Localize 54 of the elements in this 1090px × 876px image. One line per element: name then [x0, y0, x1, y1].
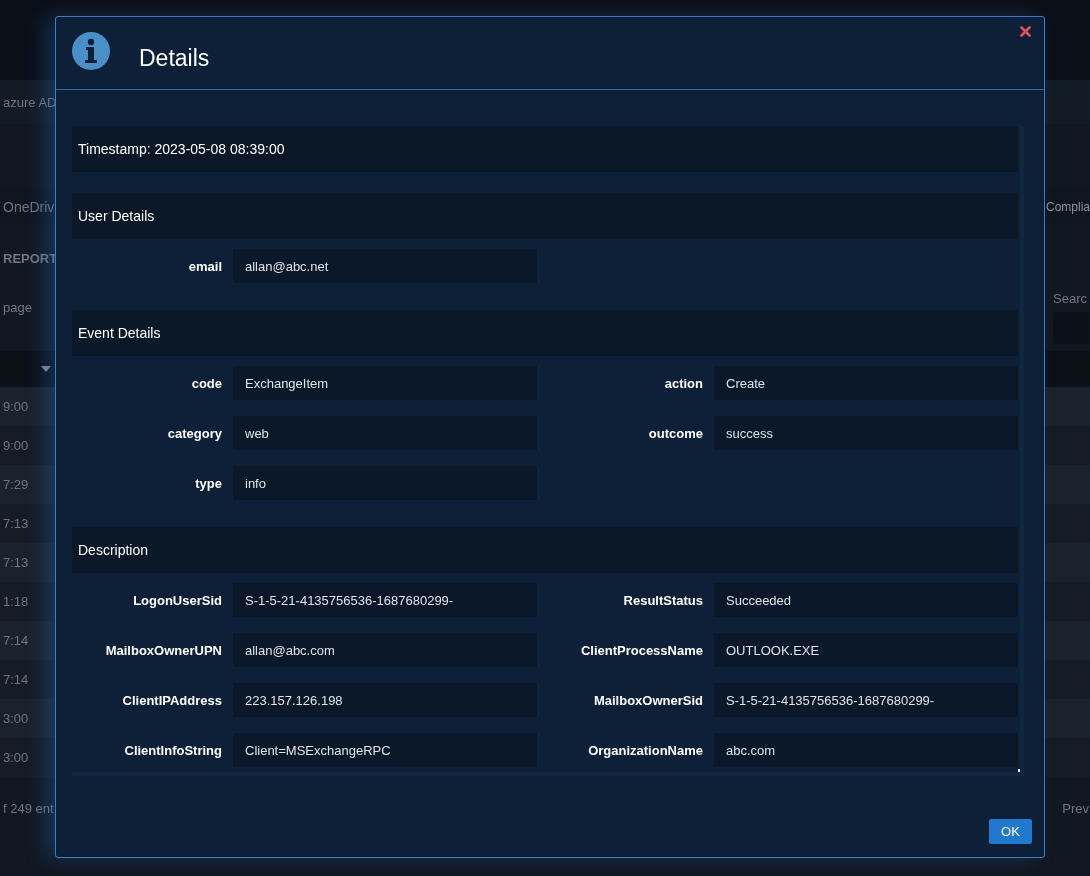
field-value: allan@abc.com	[233, 633, 540, 667]
previous-link[interactable]: Prev	[1062, 800, 1089, 816]
field-label: category	[166, 425, 222, 441]
field-value: web	[233, 416, 540, 450]
field-label: ClientInfoString	[123, 742, 222, 758]
field-value: success	[714, 416, 1020, 450]
table-cell: 1:18	[3, 594, 29, 609]
search-label: Searc	[1053, 291, 1088, 306]
section-header: Description	[72, 527, 1018, 573]
field-label: LogonUserSid	[132, 592, 222, 608]
table-cell: 7:29	[3, 477, 29, 492]
table-cell: 7:13	[3, 516, 29, 531]
page-length-label: page	[3, 300, 32, 315]
field-label: MailboxOwnerUPN	[104, 642, 222, 658]
field-label: MailboxOwnerSid	[592, 692, 703, 708]
field-value: Succeeded	[714, 583, 1020, 617]
field-value: Create	[714, 366, 1020, 400]
field-value: ExchangeItem	[233, 366, 540, 400]
field-label: code	[190, 375, 222, 391]
field-value: S-1-5-21-4135756536-1687680299-	[714, 683, 1020, 717]
field-label: outcome	[647, 425, 703, 441]
field-value: S-1-5-21-4135756536-1687680299-	[233, 583, 540, 617]
close-icon[interactable]	[1020, 26, 1031, 37]
table-cell: 9:00	[3, 438, 29, 453]
timestamp-text: Timestamp: 2023-05-08 08:39:00	[72, 126, 1018, 172]
field-value: OUTLOOK.EXE	[714, 633, 1020, 667]
table-cell: 7:14	[3, 672, 29, 687]
report-title: REPORT	[3, 250, 58, 266]
field-label: email	[187, 258, 222, 274]
nav-tab[interactable]: OneDriv	[3, 199, 55, 215]
field-label: type	[194, 475, 222, 491]
field-value: 223.157.126.198	[233, 683, 540, 717]
field-value: allan@abc.net	[233, 249, 540, 283]
info-icon	[72, 32, 110, 70]
ok-button[interactable]: OK	[989, 819, 1032, 844]
field-value: abc.com	[714, 733, 1020, 767]
field-label: OrganizationName	[587, 742, 703, 758]
table-cell: 9:00	[3, 399, 29, 414]
nav-tab[interactable]: Complia	[1046, 200, 1090, 214]
field-label: ResultStatus	[622, 592, 703, 608]
section-header: Event Details	[72, 310, 1018, 356]
table-cell: 3:00	[3, 711, 29, 726]
sort-caret-icon[interactable]	[41, 366, 51, 372]
entries-info: f 249 ent	[3, 800, 54, 816]
table-cell: 7:13	[3, 555, 29, 570]
field-value: Client=MSExchangeRPC	[233, 733, 540, 767]
field-label: ClientIPAddress	[121, 692, 222, 708]
field-label: ClientProcessName	[579, 642, 703, 658]
dialog-title: Details	[139, 44, 210, 72]
section-header: User Details	[72, 193, 1018, 239]
table-cell: 3:00	[3, 750, 29, 765]
field-value: info	[233, 466, 540, 500]
table-cell: 7:14	[3, 633, 29, 648]
field-label: action	[663, 375, 703, 391]
